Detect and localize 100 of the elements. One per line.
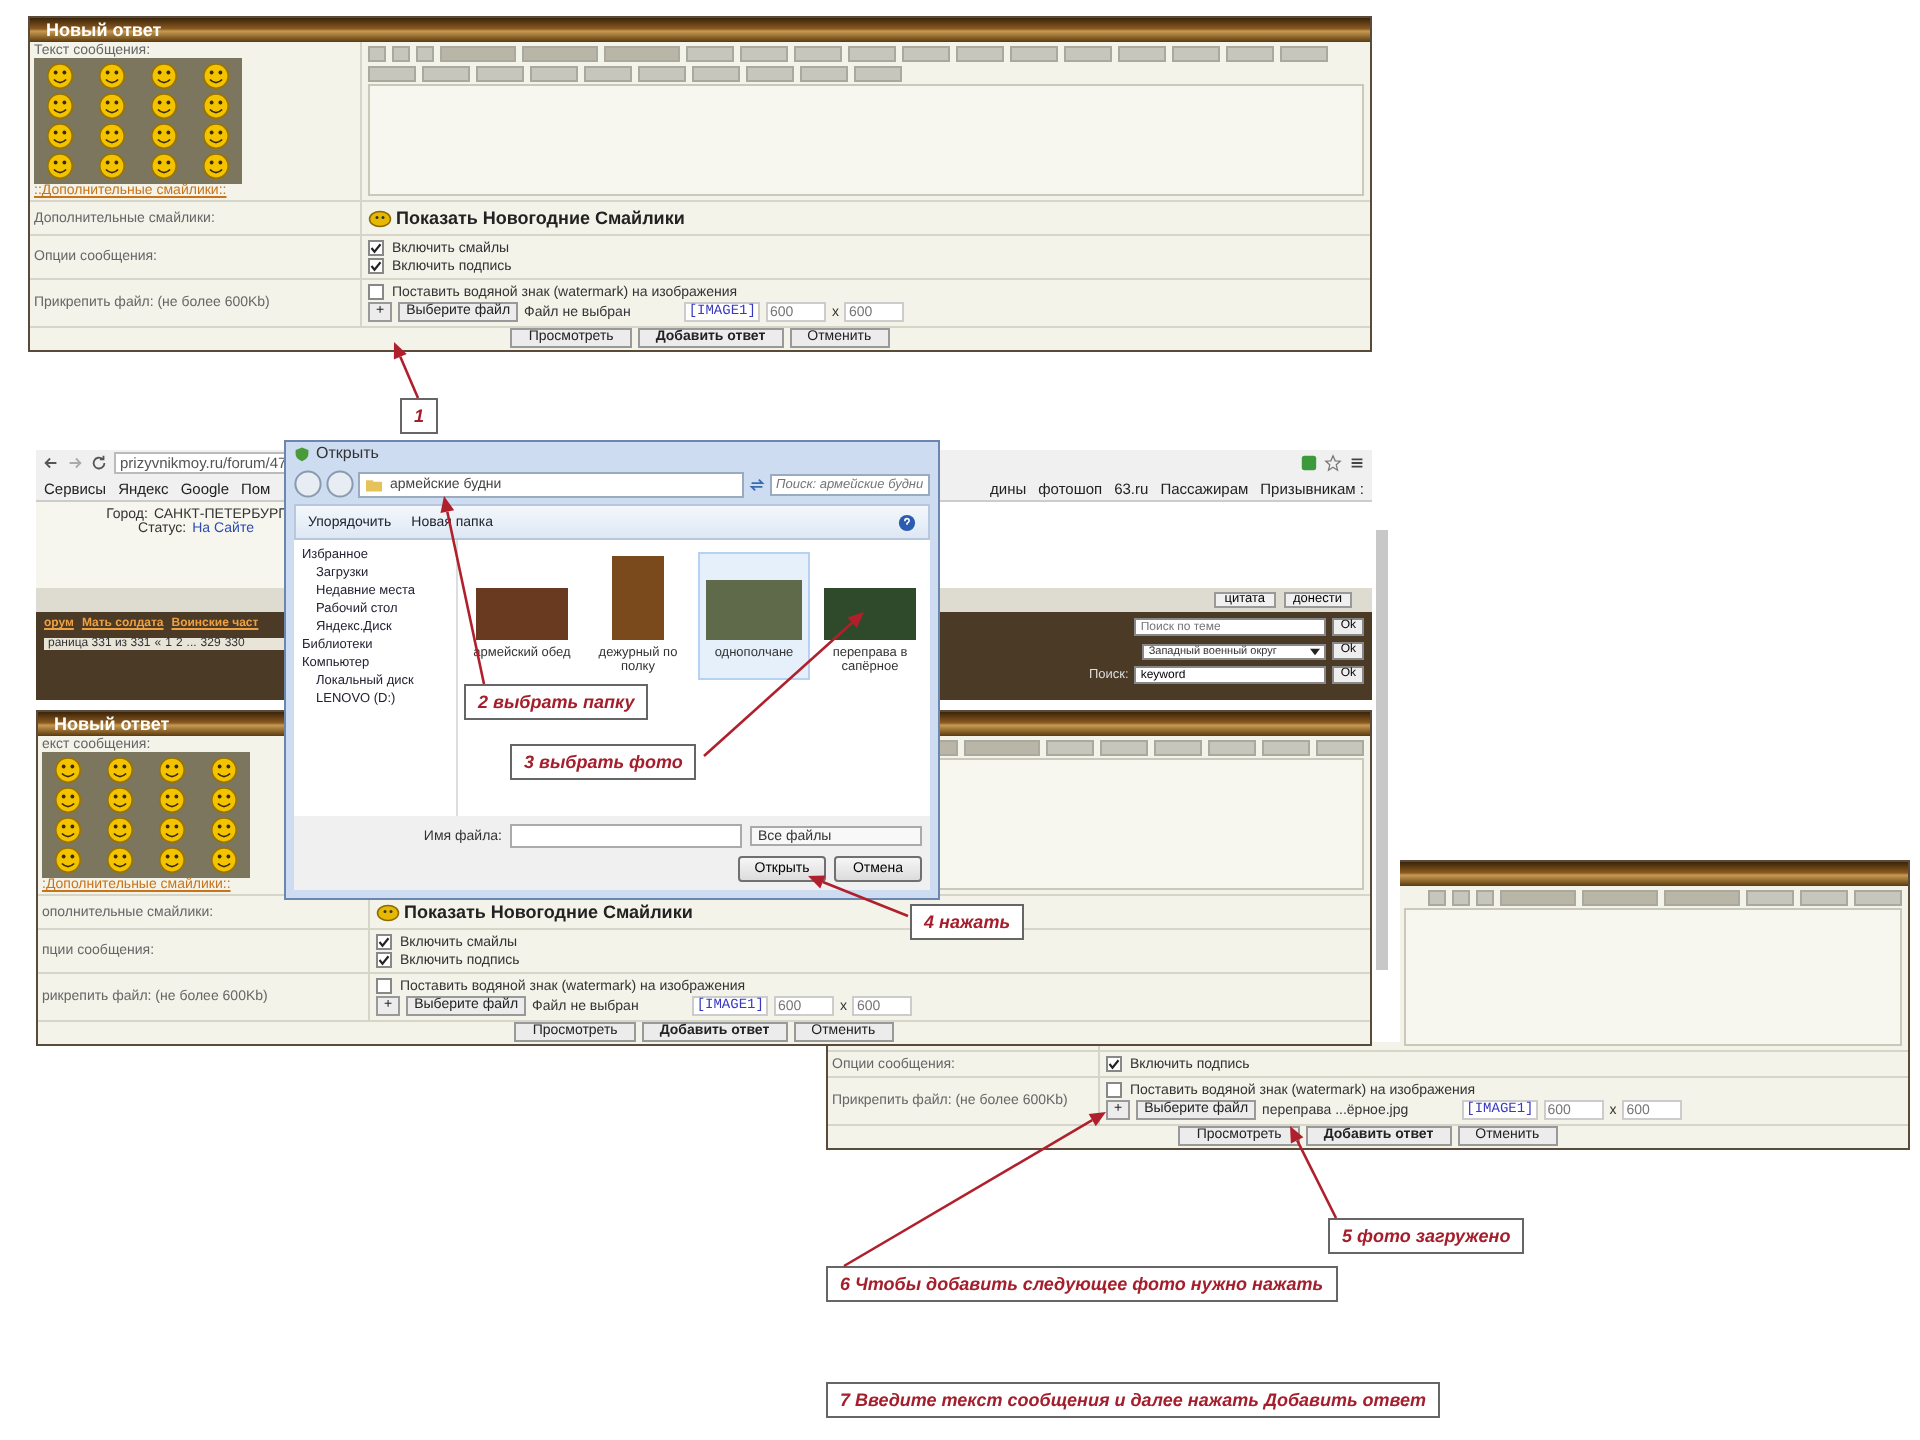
smiley-icon[interactable] xyxy=(210,786,238,814)
photo-placeholder xyxy=(824,588,916,640)
callout-label: 4 нажать xyxy=(910,904,1025,940)
toolbar-button[interactable] xyxy=(1854,890,1902,906)
toolbar-button[interactable] xyxy=(368,66,416,82)
smiley-icon[interactable] xyxy=(202,122,230,150)
smiley-icon[interactable] xyxy=(54,846,82,874)
arrow xyxy=(808,875,909,918)
star-icon[interactable] xyxy=(1324,454,1342,472)
toolbar-button[interactable] xyxy=(638,66,686,82)
smiley-icon[interactable] xyxy=(98,62,126,90)
show-smilies-link[interactable]: Показать Новогодние Смайлики xyxy=(404,902,693,922)
toolbar-button[interactable] xyxy=(1064,46,1112,62)
message-textarea[interactable] xyxy=(1404,908,1902,1046)
smiley-icon[interactable] xyxy=(158,846,186,874)
smiley-icon[interactable] xyxy=(202,92,230,120)
menu-icon[interactable] xyxy=(1348,454,1366,472)
callout-label: 5 фото загружено xyxy=(1328,1218,1525,1254)
callout-label: 1 xyxy=(400,398,439,434)
checkbox[interactable] xyxy=(368,258,384,274)
callout-label: 2 выбрать папку xyxy=(464,684,649,720)
caret-icon xyxy=(1310,647,1321,655)
smiley-icon[interactable] xyxy=(150,92,178,120)
toolbar-button[interactable] xyxy=(956,46,1004,62)
back-arrow-icon[interactable] xyxy=(42,454,60,472)
show-smilies-link[interactable]: Показать Новогодние Смайлики xyxy=(396,208,685,228)
smiley-icon[interactable] xyxy=(158,816,186,844)
smiley-icon[interactable] xyxy=(98,92,126,120)
form-title: Новый ответ xyxy=(54,714,170,734)
toolbar-button[interactable] xyxy=(746,66,794,82)
toolbar-button[interactable] xyxy=(1118,46,1166,62)
smiley-icon[interactable] xyxy=(46,122,74,150)
toolbar-button[interactable] xyxy=(1208,740,1256,756)
toolbar-button[interactable] xyxy=(1100,740,1148,756)
toolbar-button[interactable] xyxy=(1800,890,1848,906)
back-button-icon[interactable] xyxy=(294,470,322,498)
smiley-icon[interactable] xyxy=(210,756,238,784)
toolbar-button[interactable] xyxy=(584,66,632,82)
checkbox[interactable] xyxy=(376,934,392,950)
checkbox[interactable] xyxy=(368,284,384,300)
smiley-icon[interactable] xyxy=(46,92,74,120)
smiley-icon[interactable] xyxy=(106,786,134,814)
extension-icon[interactable] xyxy=(1300,454,1318,472)
toolbar-button[interactable] xyxy=(740,46,788,62)
toolbar-button[interactable] xyxy=(422,66,470,82)
checkbox[interactable] xyxy=(376,952,392,968)
checkbox[interactable] xyxy=(376,978,392,994)
toolbar-button[interactable] xyxy=(1280,46,1328,62)
toolbar-button[interactable] xyxy=(1046,740,1094,756)
scrollbar[interactable] xyxy=(1376,530,1388,970)
smiley-icon[interactable] xyxy=(54,756,82,784)
toolbar-button[interactable] xyxy=(1010,46,1058,62)
smiley-icon[interactable] xyxy=(54,786,82,814)
toolbar-button[interactable] xyxy=(854,66,902,82)
smiley-icon[interactable] xyxy=(210,816,238,844)
smiley-icon[interactable] xyxy=(158,786,186,814)
toolbar-button[interactable] xyxy=(1226,46,1274,62)
smiley-icon[interactable] xyxy=(46,62,74,90)
smiley-icon[interactable] xyxy=(98,122,126,150)
smiley-icon[interactable] xyxy=(202,62,230,90)
forward-arrow-icon[interactable] xyxy=(66,454,84,472)
smiley-icon[interactable] xyxy=(150,122,178,150)
smiley-icon[interactable] xyxy=(106,846,134,874)
arrow xyxy=(393,342,420,399)
callout-label: 6 Чтобы добавить следующее фото нужно нажать xyxy=(826,1266,1338,1302)
toolbar-button[interactable] xyxy=(794,46,842,62)
toolbar-button[interactable] xyxy=(1154,740,1202,756)
toolbar-button[interactable] xyxy=(902,46,950,62)
toolbar-button[interactable] xyxy=(692,66,740,82)
smiley-icon xyxy=(368,209,392,227)
toolbar-button[interactable] xyxy=(848,46,896,62)
smiley-icon[interactable] xyxy=(46,152,74,180)
smiley-icon[interactable] xyxy=(106,816,134,844)
toolbar-button[interactable] xyxy=(800,66,848,82)
smiley-icon[interactable] xyxy=(202,152,230,180)
toolbar-button[interactable] xyxy=(1316,740,1364,756)
smiley-icon[interactable] xyxy=(210,846,238,874)
help-icon[interactable] xyxy=(898,513,916,531)
toolbar-button[interactable] xyxy=(1262,740,1310,756)
toolbar-button[interactable] xyxy=(1746,890,1794,906)
checkbox[interactable] xyxy=(368,240,384,256)
refresh-icon[interactable] xyxy=(748,475,766,493)
toolbar-button[interactable] xyxy=(1172,46,1220,62)
smiley-icon[interactable] xyxy=(54,816,82,844)
checkbox[interactable] xyxy=(1106,1082,1122,1098)
callout-label: 3 выбрать фото xyxy=(510,744,697,780)
toolbar-button[interactable] xyxy=(686,46,734,62)
toolbar-button[interactable] xyxy=(476,66,524,82)
smiley-icon[interactable] xyxy=(150,62,178,90)
smiley-icon[interactable] xyxy=(158,756,186,784)
file-name-field[interactable] xyxy=(510,824,742,848)
message-textarea[interactable] xyxy=(368,84,1364,196)
forward-button-icon[interactable] xyxy=(326,470,354,498)
shield-icon xyxy=(294,445,310,461)
smiley-icon[interactable] xyxy=(150,152,178,180)
reload-icon[interactable] xyxy=(90,454,108,472)
toolbar-button[interactable] xyxy=(530,66,578,82)
smiley-icon[interactable] xyxy=(106,756,134,784)
checkbox[interactable] xyxy=(1106,1056,1122,1072)
smiley-icon[interactable] xyxy=(98,152,126,180)
